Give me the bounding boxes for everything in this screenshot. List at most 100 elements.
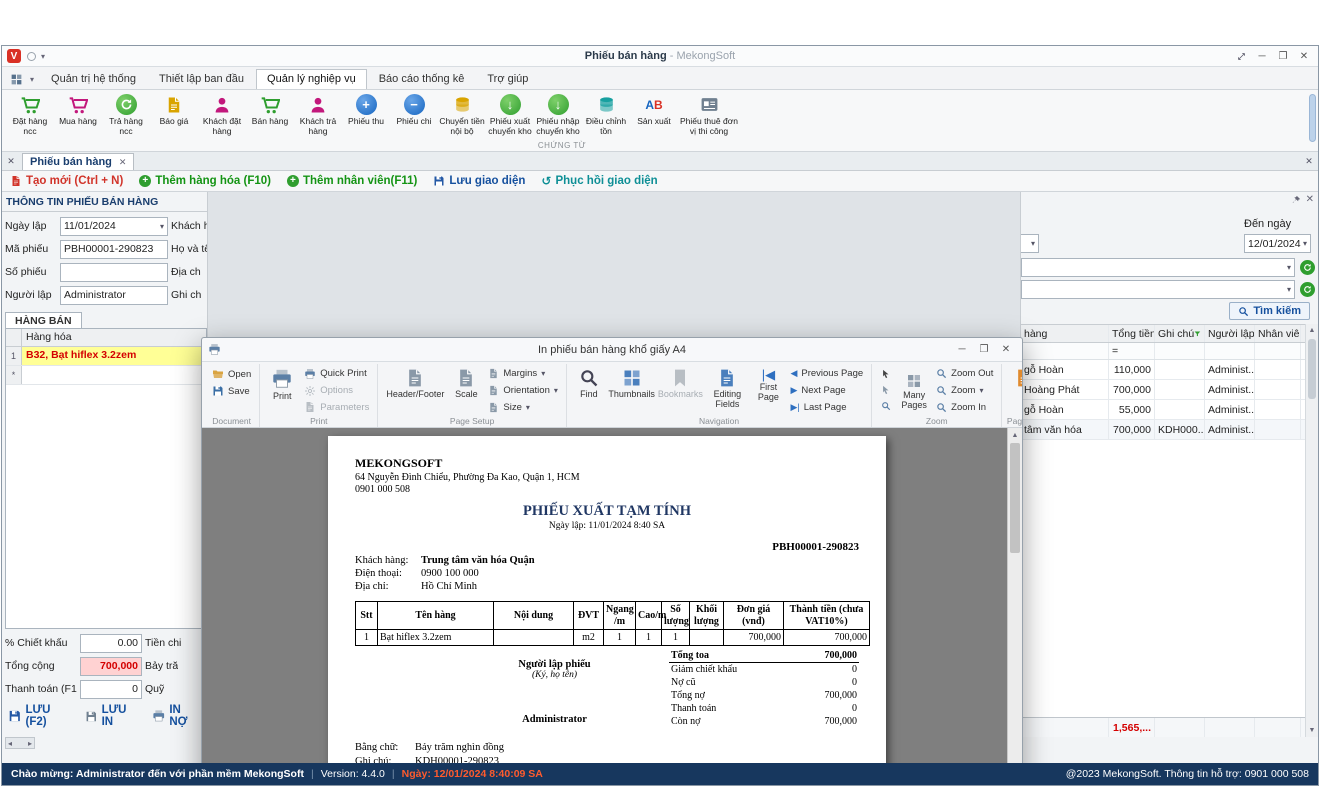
toolbar-button-phieu-chi[interactable]: − Phiếu chi xyxy=(390,93,438,127)
dialog-titlebar[interactable]: In phiếu bán hàng khổ giấy A4 ─ ❐ ✕ xyxy=(202,338,1022,362)
ma-phieu-input[interactable]: PBH00001-290823 xyxy=(60,240,168,259)
filter-cell[interactable] xyxy=(1205,343,1255,359)
toolbar-button-tra-hang-ncc[interactable]: Trả hàng ncc xyxy=(102,93,150,137)
toolbar-button-khach-dat-hang[interactable]: Khách đặt hàng xyxy=(198,93,246,137)
margins-button[interactable]: Margins▾ xyxy=(485,366,561,382)
toolbar-button-chuyen-tien-noi-bo[interactable]: Chuyển tiền nội bộ xyxy=(438,93,486,137)
add-employee-button[interactable]: + Thêm nhân viên(F11) xyxy=(287,175,417,187)
menu-tab-quan-tri-he-thong[interactable]: Quản trị hệ thống xyxy=(40,69,147,89)
tab-hang-ban[interactable]: HÀNG BÁN xyxy=(5,312,82,328)
last-page-button[interactable]: ▶| Last Page xyxy=(787,399,866,415)
new-row[interactable]: * xyxy=(6,366,206,385)
scroll-down-icon[interactable]: ▼ xyxy=(1306,724,1318,737)
save-layout-button[interactable]: Lưu giao diện xyxy=(433,175,525,187)
expand-icon[interactable] xyxy=(1232,49,1250,64)
many-pages-button[interactable]: Many Pages xyxy=(897,366,931,415)
column-header[interactable]: hàng xyxy=(1021,325,1109,342)
menu-tab-quan-ly-nghiep-vu[interactable]: Quản lý nghiệp vụ xyxy=(256,69,367,89)
toolbar-button-khach-tra-hang[interactable]: Khách trả hàng xyxy=(294,93,342,137)
preview-vertical-scrollbar[interactable]: ▲ xyxy=(1007,428,1022,763)
filter-combo-1[interactable]: ▾ xyxy=(1021,258,1295,277)
parameters-button[interactable]: Parameters xyxy=(301,399,372,415)
refresh-icon[interactable] xyxy=(1300,282,1315,297)
toolbar-button-phieu-nhap-chuyen-kho[interactable]: ↓ Phiếu nhập chuyển kho xyxy=(534,93,582,137)
horizontal-scrollbar[interactable]: ◂▸ xyxy=(5,737,35,749)
zoom-in-button[interactable]: Zoom In xyxy=(933,399,996,415)
scroll-thumb[interactable] xyxy=(1308,339,1316,399)
toolbar-button-bao-gia[interactable]: Báo giá xyxy=(150,93,198,127)
restore-layout-button[interactable]: ↺ Phục hồi giao diện xyxy=(541,174,657,188)
tu-ngay-date-combo[interactable]: ▾ xyxy=(1020,234,1039,253)
filter-cell[interactable]: = xyxy=(1109,343,1155,359)
table-row[interactable]: 1 B32, Bạt hiflex 3.2zem xyxy=(6,347,206,366)
bookmarks-button[interactable]: Bookmarks xyxy=(657,366,703,415)
quick-print-button[interactable]: Quick Print xyxy=(301,366,372,382)
den-ngay-date-combo[interactable]: 12/01/2024 ▾ xyxy=(1244,234,1311,253)
dialog-maximize-button[interactable]: ❐ xyxy=(974,341,994,358)
scale-button[interactable]: Scale xyxy=(449,366,483,415)
quick-access-icon[interactable] xyxy=(27,52,36,61)
restore-button[interactable]: ❐ xyxy=(1274,49,1292,64)
toolbar-button-dieu-chinh-ton[interactable]: Điều chỉnh tồn xyxy=(582,93,630,137)
find-button[interactable]: Find xyxy=(572,366,606,415)
toolbar-button-dat-hang-ncc[interactable]: Đặt hàng ncc xyxy=(6,93,54,137)
filter-cell[interactable] xyxy=(1155,343,1205,359)
menu-tab-thiet-lap-ban-dau[interactable]: Thiết lập ban đầu xyxy=(148,69,255,89)
table-row[interactable]: gỗ Hoàn 55,000 Administ... xyxy=(1021,400,1305,420)
toolbar-button-phieu-xuat-chuyen-kho[interactable]: ↓ Phiếu xuất chuyển kho xyxy=(486,93,534,137)
vertical-scrollbar[interactable]: ▲ ▼ xyxy=(1305,324,1318,737)
minimize-button[interactable]: ─ xyxy=(1253,49,1271,64)
toolbar-button-phieu-thue-don-vi-thi-cong[interactable]: Phiếu thuê đơn vị thi công xyxy=(678,93,740,137)
close-all-tabs-icon[interactable]: ✕ xyxy=(2,153,20,170)
print-button[interactable]: Print xyxy=(265,366,299,415)
save-button[interactable]: Save xyxy=(209,383,254,399)
column-header[interactable]: Người lập xyxy=(1205,325,1255,342)
column-header-hang-hoa[interactable]: Hàng hóa xyxy=(22,329,206,346)
close-button[interactable]: ✕ xyxy=(1295,49,1313,64)
menu-tab-tro-giup[interactable]: Trợ giúp xyxy=(476,69,539,89)
table-row[interactable]: Hoàng Phát 700,000 Administ... xyxy=(1021,380,1305,400)
search-button[interactable]: Tìm kiếm xyxy=(1229,302,1310,320)
column-header[interactable]: Nhân viên xyxy=(1255,325,1301,342)
product-cell[interactable]: B32, Bạt hiflex 3.2zem xyxy=(22,347,206,365)
open-button[interactable]: Open xyxy=(209,366,254,382)
toolbar-button-phieu-thu[interactable]: + Phiếu thu xyxy=(342,93,390,127)
close-icon[interactable]: ✕ xyxy=(1300,153,1318,170)
previous-page-button[interactable]: ◀ Previous Page xyxy=(787,366,866,382)
table-row[interactable]: gỗ Hoàn 110,000 Administ... xyxy=(1021,360,1305,380)
zoom-button[interactable]: Zoom▾ xyxy=(933,383,996,399)
thumbnails-button[interactable]: Thumbnails xyxy=(608,366,655,415)
close-panel-icon[interactable]: ✕ xyxy=(1306,194,1314,205)
refresh-icon[interactable] xyxy=(1300,260,1315,275)
print-debt-button[interactable]: IN NỢ xyxy=(152,704,201,728)
hand-tool-button[interactable] xyxy=(877,382,895,397)
dialog-minimize-button[interactable]: ─ xyxy=(952,341,972,358)
header-footer-button[interactable]: Header/Footer xyxy=(383,366,447,415)
scroll-up-icon[interactable]: ▲ xyxy=(1306,324,1318,337)
so-phieu-input[interactable] xyxy=(60,263,168,282)
save-print-button[interactable]: LƯU IN xyxy=(85,704,140,728)
nguoi-lap-input[interactable]: Administrator xyxy=(60,286,168,305)
add-product-button[interactable]: + Thêm hàng hóa (F10) xyxy=(139,175,271,187)
editing-fields-button[interactable]: Editing Fields xyxy=(705,366,749,415)
menu-tab-bao-cao-thong-ke[interactable]: Báo cáo thống kê xyxy=(368,69,476,89)
size-button[interactable]: Size▾ xyxy=(485,399,561,415)
orientation-button[interactable]: Orientation▾ xyxy=(485,383,561,399)
pin-icon[interactable] xyxy=(1291,195,1301,205)
toolbar-button-ban-hang[interactable]: Bán hàng xyxy=(246,93,294,127)
dialog-close-button[interactable]: ✕ xyxy=(996,341,1016,358)
filter-cell[interactable] xyxy=(1255,343,1301,359)
filter-cell[interactable] xyxy=(1021,343,1109,359)
zoom-select-button[interactable] xyxy=(877,398,895,413)
ngay-lap-date-combo[interactable]: 11/01/2024 ▾ xyxy=(60,217,168,236)
create-new-button[interactable]: Tạo mới (Ctrl + N) xyxy=(10,175,123,187)
first-page-button[interactable]: |◀ First Page xyxy=(751,366,785,415)
toolbar-scrollbar[interactable] xyxy=(1309,94,1316,142)
column-header[interactable]: Tổng tiền xyxy=(1109,325,1155,342)
tong-cong-field[interactable]: 700,000 xyxy=(80,657,142,676)
toolbar-button-san-xuat[interactable]: AB Sản xuất xyxy=(630,93,678,127)
options-button[interactable]: Options xyxy=(301,383,372,399)
save-button[interactable]: LƯU (F2) xyxy=(8,704,73,728)
menu-grid-button[interactable]: ▾ xyxy=(5,71,39,89)
tab-phieu-ban-hang[interactable]: Phiếu bán hàng ✕ xyxy=(22,153,134,170)
